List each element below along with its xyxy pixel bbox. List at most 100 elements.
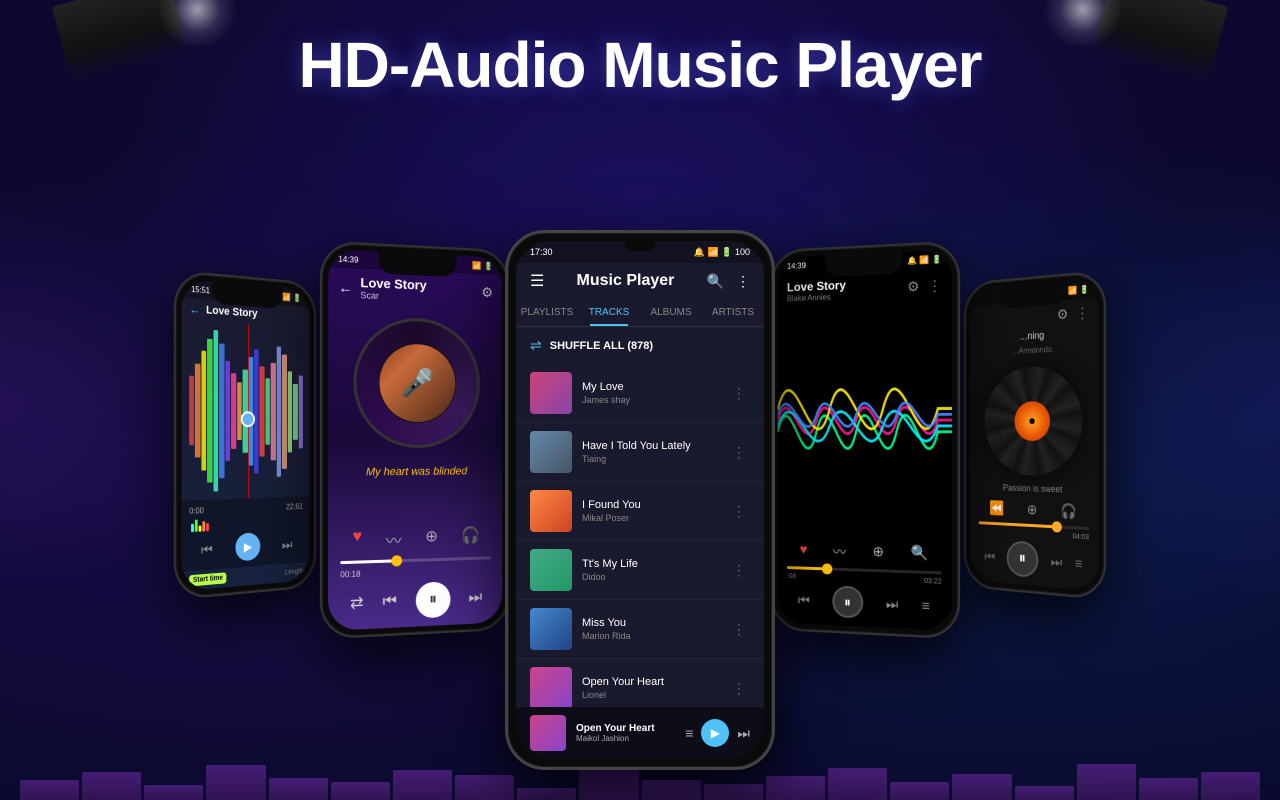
now-playing-info: Open Your Heart Maikol Jashion <box>576 723 675 743</box>
phone-2-plus-icon[interactable]: ⊕ <box>425 526 438 550</box>
phone-4-pause-button[interactable]: ⏸ <box>832 585 863 618</box>
phone-2-progress-fill <box>340 559 394 564</box>
phone-5-pause-button[interactable]: ⏸ <box>1007 540 1039 578</box>
phone-1-icons: 📶 🔋 <box>283 292 302 302</box>
phone-2-progress[interactable] <box>340 556 491 564</box>
track-item-1[interactable]: My Love James shay ⋮ <box>516 364 764 423</box>
track-item-3[interactable]: I Found You Mikal Poser ⋮ <box>516 482 764 541</box>
phone-4-more-icon[interactable]: ⋮ <box>928 277 942 295</box>
phone-5-playlist-icon[interactable]: ≡ <box>1075 555 1083 572</box>
phone-1-play-button[interactable]: ▶ <box>235 532 260 561</box>
track-4-info: Tt's My Life Didoo <box>582 558 718 582</box>
phone-5-more-icon[interactable]: ⋮ <box>1076 304 1089 322</box>
start-time-badge: Start time <box>189 572 226 586</box>
phone-4-total-time: 03:22 <box>924 578 942 586</box>
bar-12 <box>704 784 763 800</box>
hamburger-icon[interactable]: ☰ <box>530 271 544 291</box>
tab-artists[interactable]: ARTISTS <box>702 299 764 326</box>
phone-2-headphone-icon[interactable]: 🎧 <box>461 525 480 549</box>
vinyl-center <box>1029 418 1034 424</box>
tab-tracks[interactable]: TRACKS <box>578 299 640 326</box>
np-play-button[interactable]: ▶ <box>701 719 729 747</box>
vinyl-record <box>985 365 1083 477</box>
phone-3-notch <box>625 241 655 251</box>
phone-2-skip-fwd[interactable]: ⏭ <box>469 589 483 607</box>
track-item-4[interactable]: Tt's My Life Didoo ⋮ <box>516 541 764 600</box>
phone-4-skip-fwd[interactable]: ⏭ <box>886 595 898 613</box>
more-icon[interactable]: ⋮ <box>736 273 750 290</box>
phone-2-heart-icon[interactable]: ♥ <box>352 528 362 553</box>
phone-4-content: 14:39 🔔 📶 🔋 Love Story Blake Annies ⚙ ⋮ <box>778 249 952 631</box>
track-2-name: Have I Told You Lately <box>582 440 718 452</box>
phone-4-icon-row: ♥ 〰 ⊕ 🔍 <box>787 541 942 566</box>
track-5-more[interactable]: ⋮ <box>728 617 750 642</box>
phone-2-wave-icon[interactable]: 〰 <box>386 527 402 552</box>
phone-1-eq <box>189 514 303 532</box>
phone-5-eq-icon[interactable]: ⚙ <box>1057 306 1069 324</box>
vinyl-label <box>1014 401 1050 441</box>
phone-3-header: ☰ Music Player 🔍 ⋮ <box>516 263 764 299</box>
phone-4-heart-icon[interactable]: ♥ <box>800 541 808 561</box>
wave-visualization <box>778 303 952 537</box>
phone-4-playlist-icon[interactable]: ≡ <box>922 597 930 614</box>
phone-4-eq-icon[interactable]: ⚙ <box>907 278 920 296</box>
bar-2 <box>82 772 141 800</box>
phone-1-btn-row: ⏮ ▶ ⏭ <box>189 530 303 565</box>
tab-playlists[interactable]: PLAYLISTS <box>516 299 578 326</box>
phone-1-screen: 15:51 📶 🔋 ← Love Story <box>182 279 310 592</box>
phone-4-controls: ♥ 〰 ⊕ 🔍 :08 03:22 ⏮ ⏸ <box>778 533 952 631</box>
track-3-more[interactable]: ⋮ <box>728 499 750 524</box>
phone-5-controls: ⏪ ⊕ 🎧 04:03 ⏮ ⏸ ⏭ <box>970 491 1098 591</box>
phone-1-skip-fwd[interactable]: ⏭ <box>282 536 293 553</box>
phone-4-plus-icon[interactable]: ⊕ <box>873 543 885 563</box>
phone-5-plus-icon[interactable]: ⊕ <box>1027 501 1037 518</box>
phone-3-title: Music Player <box>556 272 694 290</box>
phone-2-icons: 📶 🔋 <box>472 261 493 271</box>
phone-2-eq-icon[interactable]: ⚙ <box>481 284 493 301</box>
phone-2-singer <box>379 343 455 422</box>
phone-1-skip-back[interactable]: ⏮ <box>201 541 213 559</box>
phone-5-skip-back[interactable]: ⏮ <box>984 548 995 565</box>
phone-5-content: 🔔 📶 🔋 ⚙ ⋮ ...ning ...Arredondo Passion i… <box>970 279 1098 592</box>
phone-5-progress-fill <box>979 521 1055 528</box>
track-item-5[interactable]: Miss You Marion Rida ⋮ <box>516 600 764 659</box>
phone-1-back-icon[interactable]: ← <box>189 302 200 317</box>
np-playlist-icon[interactable]: ≡ <box>685 725 693 741</box>
track-2-more[interactable]: ⋮ <box>728 440 750 465</box>
phone-2-back[interactable]: ← <box>338 279 352 296</box>
track-6-more[interactable]: ⋮ <box>728 676 750 701</box>
phone-5-rewind-icon[interactable]: ⏪ <box>990 500 1005 517</box>
track-3-name: I Found You <box>582 499 718 511</box>
phone-5-headphone-icon[interactable]: 🎧 <box>1061 502 1077 520</box>
phone-3-content: 17:30 🔔 📶 🔋 100 ☰ Music Player 🔍 ⋮ PLAYL… <box>516 241 764 759</box>
phone-1-waveform <box>185 320 306 501</box>
search-icon[interactable]: 🔍 <box>707 273 724 290</box>
phone-1-length: Length <box>285 568 303 576</box>
phone-4-screen: 14:39 🔔 📶 🔋 Love Story Blake Annies ⚙ ⋮ <box>778 249 952 631</box>
phone-5-skip-fwd[interactable]: ⏭ <box>1051 553 1063 571</box>
np-skip-fwd[interactable]: ⏭ <box>737 725 750 742</box>
bar-19 <box>1139 778 1198 800</box>
shuffle-row[interactable]: ⇌ SHUFFLE ALL (878) <box>516 327 764 364</box>
phone-5-total-time: 04:03 <box>1072 533 1088 541</box>
phone-4-zoom-icon[interactable]: 🔍 <box>911 544 928 565</box>
phone-2-pause-button[interactable]: ⏸ <box>416 581 451 618</box>
track-item-6[interactable]: Open Your Heart Lionel ⋮ <box>516 659 764 707</box>
phone-2-btn-row: ⇄ ⏮ ⏸ ⏭ <box>340 580 491 622</box>
phone-4-time: 14:39 <box>787 261 806 271</box>
track-1-more[interactable]: ⋮ <box>728 381 750 406</box>
phone-4-wave-icon[interactable]: 〰 <box>833 542 846 562</box>
bar-6 <box>331 782 390 800</box>
track-5-artist: Marion Rida <box>582 631 718 641</box>
phone-4-skip-back[interactable]: ⏮ <box>798 591 810 608</box>
phone-2-skip-back[interactable]: ⏮ <box>383 592 397 611</box>
tab-albums[interactable]: ALBUMS <box>640 299 702 326</box>
phone-2-time-row: 00:18 <box>340 565 491 579</box>
bar-7 <box>393 770 452 800</box>
track-4-more[interactable]: ⋮ <box>728 558 750 583</box>
track-2-info: Have I Told You Lately Tiaing <box>582 440 718 464</box>
now-playing-thumb <box>530 715 566 751</box>
track-item-2[interactable]: Have I Told You Lately Tiaing ⋮ <box>516 423 764 482</box>
bar-4 <box>206 765 265 800</box>
phone-2-shuffle[interactable]: ⇄ <box>350 593 363 614</box>
